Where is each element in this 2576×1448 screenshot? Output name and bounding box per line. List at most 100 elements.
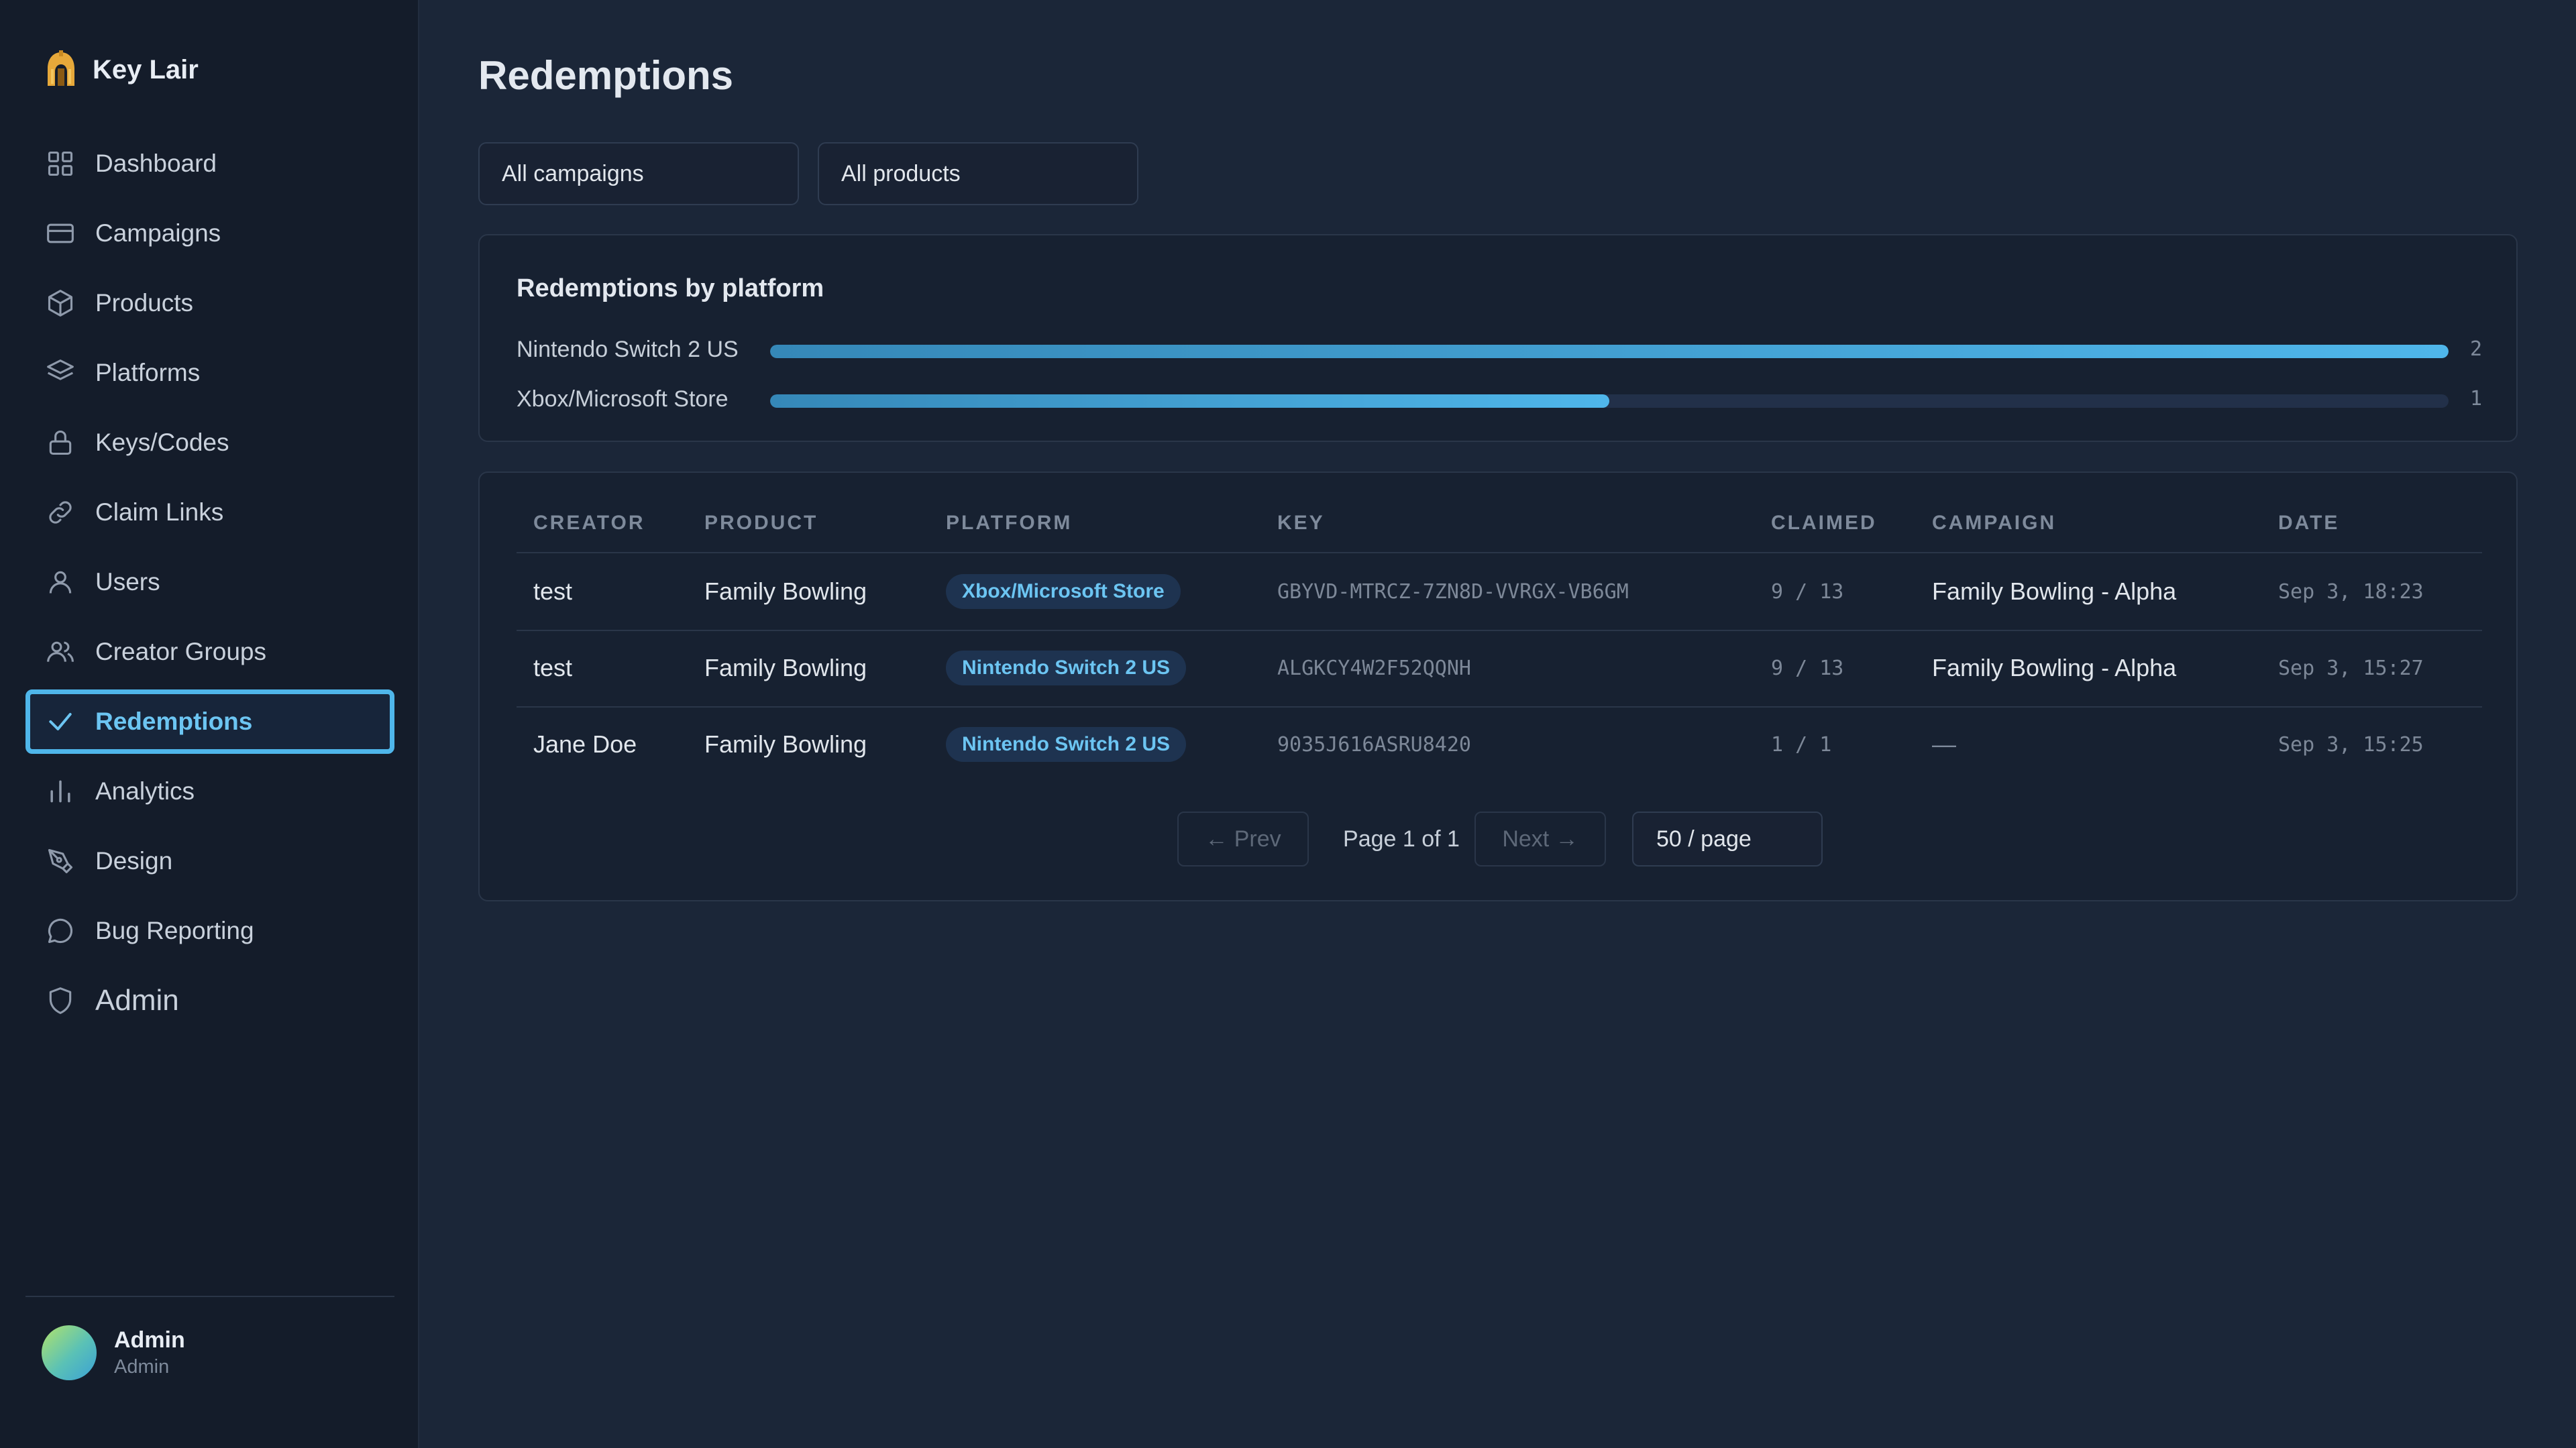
table-row[interactable]: test Family Bowling Nintendo Switch 2 US… [480, 630, 2519, 706]
platform-badge: Nintendo Switch 2 US [946, 651, 1187, 685]
sidebar-item-creator-groups[interactable]: Creator Groups [25, 620, 394, 684]
cell-claimed: 9 / 13 [1771, 579, 1844, 604]
bar [770, 394, 1609, 408]
sidebar-item-label: Keys/Codes [95, 429, 229, 456]
page-info: Page 1 of 1 [1343, 826, 1460, 852]
sidebar-divider [25, 1296, 394, 1297]
sidebar-item-dashboard[interactable]: Dashboard [25, 131, 394, 196]
sidebar-item-products[interactable]: Products [25, 271, 394, 335]
sidebar-item-redemptions[interactable]: Redemptions [25, 689, 394, 754]
sidebar-item-campaigns[interactable]: Campaigns [25, 201, 394, 266]
page-title: Redemptions [478, 53, 734, 98]
platform-chart-card: Redemptions by platform Nintendo Switch … [478, 234, 2518, 442]
sidebar: Key Lair Dashboard Campaigns Products Pl… [0, 0, 419, 1448]
sidebar-item-label: Design [95, 847, 173, 875]
sidebar-item-analytics[interactable]: Analytics [25, 759, 394, 824]
sidebar-item-label: Admin [95, 984, 179, 1017]
column-header-claimed[interactable]: CLAIMED [1771, 512, 1877, 535]
platform-badge: Nintendo Switch 2 US [946, 727, 1187, 762]
shield-icon [49, 987, 72, 1014]
cell-campaign: Family Bowling - Alpha [1932, 577, 2177, 605]
column-header-campaign[interactable]: CAMPAIGN [1932, 512, 2056, 535]
sidebar-item-label: Campaigns [95, 219, 221, 247]
cell-claimed: 9 / 13 [1771, 656, 1844, 680]
platform-badge: Xbox/Microsoft Store [946, 574, 1181, 609]
bar-track [770, 394, 2449, 408]
check-icon [49, 712, 72, 731]
sidebar-item-bug-reporting[interactable]: Bug Reporting [25, 899, 394, 963]
user-text: Admin Admin [114, 1327, 185, 1378]
sidebar-item-label: Redemptions [95, 708, 253, 735]
layers-icon [47, 359, 74, 380]
cell-date: Sep 3, 15:27 [2278, 656, 2424, 680]
cell-creator: test [533, 577, 573, 605]
lock-icon [49, 431, 72, 455]
column-header-key[interactable]: KEY [1277, 512, 1325, 535]
users-icon [47, 641, 74, 662]
card-icon [47, 223, 74, 243]
message-circle-icon [48, 918, 73, 944]
cell-product: Family Bowling [704, 730, 867, 758]
app: Key Lair Dashboard Campaigns Products Pl… [0, 0, 2576, 1448]
sidebar-item-label: Products [95, 289, 194, 317]
bar-value-label: 2 [2470, 337, 2483, 361]
page-size-select[interactable]: 50 / page [1632, 812, 1823, 867]
sidebar-item-label: Claim Links [95, 498, 224, 526]
sidebar-item-platforms[interactable]: Platforms [25, 341, 394, 405]
cell-creator: Jane Doe [533, 730, 637, 758]
bar-row: Xbox/Microsoft Store 1 [517, 386, 2482, 412]
avatar [42, 1325, 97, 1380]
sidebar-item-claim-links[interactable]: Claim Links [25, 480, 394, 545]
cell-claimed: 1 / 1 [1771, 732, 1832, 757]
gold-helmet-icon [48, 50, 74, 86]
chart-title: Redemptions by platform [517, 274, 824, 302]
sidebar-item-keys-codes[interactable]: Keys/Codes [25, 410, 394, 475]
grid-icon [48, 151, 73, 176]
table-row[interactable]: test Family Bowling Xbox/Microsoft Store… [480, 553, 2519, 630]
product-filter-select[interactable]: All products [818, 142, 1138, 205]
link-icon [49, 501, 72, 524]
sidebar-item-admin[interactable]: Admin [25, 968, 394, 1033]
bar-chart-icon [50, 780, 70, 803]
sidebar-item-label: Users [95, 568, 160, 596]
cell-creator: test [533, 654, 573, 681]
cell-platform: Nintendo Switch 2 US [946, 630, 1187, 706]
column-header-date[interactable]: DATE [2278, 512, 2339, 535]
cell-key: GBYVD-MTRCZ-7ZN8D-VVRGX-VB6GM [1277, 579, 1629, 604]
user-name: Admin [114, 1327, 185, 1353]
sidebar-item-label: Analytics [95, 777, 195, 805]
cell-key: 9035J616ASRU8420 [1277, 732, 1471, 757]
cell-key: ALGKCY4W2F52QQNH [1277, 656, 1471, 680]
sidebar-item-users[interactable]: Users [25, 550, 394, 614]
next-page-button[interactable]: Next → [1474, 812, 1606, 867]
table-row[interactable]: Jane Doe Family Bowling Nintendo Switch … [480, 706, 2519, 783]
redemptions-table-card: CREATOR PRODUCT PLATFORM KEY CLAIMED CAM… [478, 471, 2518, 901]
column-header-platform[interactable]: PLATFORM [946, 512, 1072, 535]
user-profile[interactable]: Admin Admin [42, 1325, 185, 1380]
bar-track [770, 345, 2449, 358]
cell-campaign: — [1932, 730, 1956, 758]
user-icon [49, 571, 72, 594]
cell-platform: Nintendo Switch 2 US [946, 706, 1187, 783]
sidebar-item-label: Dashboard [95, 150, 217, 177]
cell-product: Family Bowling [704, 654, 867, 681]
cell-date: Sep 3, 18:23 [2278, 579, 2424, 604]
sidebar-item-design[interactable]: Design [25, 829, 394, 893]
bar [770, 345, 2449, 358]
prev-page-button[interactable]: ← Prev [1177, 812, 1309, 867]
brand-name: Key Lair [93, 54, 199, 85]
campaign-filter-select[interactable]: All campaigns [478, 142, 799, 205]
cell-campaign: Family Bowling - Alpha [1932, 654, 2177, 681]
bar-row: Nintendo Switch 2 US 2 [517, 336, 2482, 363]
bar-label: Nintendo Switch 2 US [517, 337, 739, 362]
cell-platform: Xbox/Microsoft Store [946, 553, 1181, 630]
column-header-product[interactable]: PRODUCT [704, 512, 818, 535]
cube-icon [48, 290, 73, 317]
cell-date: Sep 3, 15:25 [2278, 732, 2424, 757]
cell-product: Family Bowling [704, 577, 867, 605]
column-header-creator[interactable]: CREATOR [533, 512, 645, 535]
sidebar-item-label: Platforms [95, 359, 201, 386]
sidebar-item-label: Bug Reporting [95, 917, 254, 944]
sidebar-item-label: Creator Groups [95, 638, 266, 665]
brand[interactable]: Key Lair [44, 50, 199, 90]
